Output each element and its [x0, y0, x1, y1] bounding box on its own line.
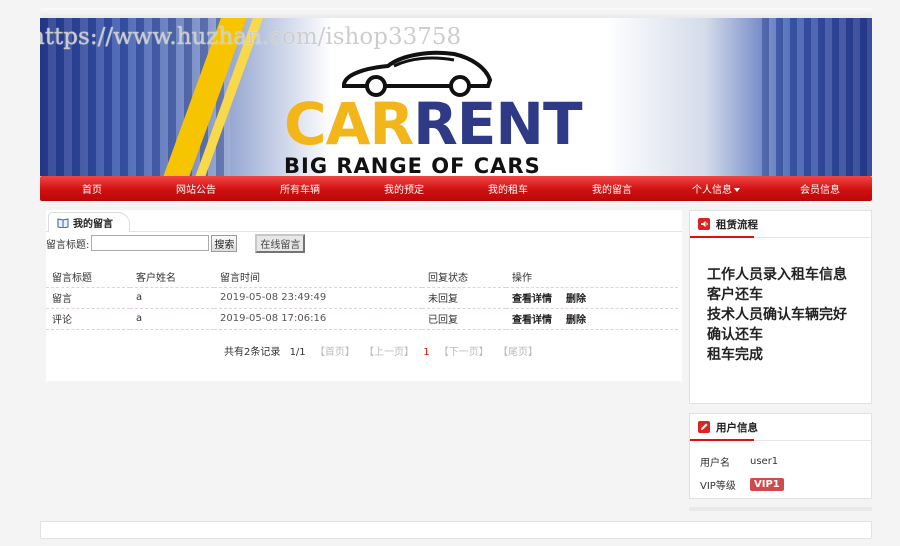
tab-bar: 我的留言: [46, 210, 682, 232]
table-row: 评论 a 2019-05-08 17:06:16 已回复 查看详情 删除: [46, 308, 678, 330]
col-header-time: 留言时间: [214, 266, 422, 288]
page-footer: [40, 521, 872, 539]
nav-member-info[interactable]: 会员信息: [768, 181, 872, 196]
logo-car-text: CAR: [284, 90, 414, 158]
rental-process-title: 租赁流程: [716, 218, 758, 231]
site-banner: CARRENT BIG RANGE OF CARS https://www.hu…: [40, 18, 872, 176]
process-step: 工作人员录入租车信息: [707, 267, 847, 283]
pagination: 共有2条记录 1/1 【首页】 【上一页】 1 【下一页】 【尾页】: [224, 343, 544, 358]
chevron-down-icon: [734, 188, 740, 192]
cell-time: 2019-05-08 23:49:49: [214, 287, 422, 309]
process-step: 技术人员确认车辆完好: [707, 307, 847, 323]
speaker-icon: [698, 218, 710, 230]
username-label: 用户名: [700, 458, 730, 469]
carrent-logo: CARRENT: [284, 94, 583, 154]
book-icon: [57, 217, 69, 228]
cell-actions: 查看详情 删除: [506, 287, 678, 309]
cell-title: 留言: [46, 287, 130, 309]
nav-my-rentals[interactable]: 我的租车: [456, 181, 560, 196]
pager-last[interactable]: 【尾页】: [498, 347, 538, 358]
nav-personal-info[interactable]: 个人信息: [664, 181, 768, 196]
cell-customer: a: [130, 287, 214, 309]
cell-actions: 查看详情 删除: [506, 308, 678, 330]
pager-current: 1: [423, 347, 430, 358]
search-button[interactable]: 搜索: [211, 234, 238, 252]
view-details-link[interactable]: 查看详情: [512, 315, 552, 326]
process-step: 确认还车: [707, 327, 763, 343]
logo-rent-text: RENT: [413, 90, 582, 158]
process-step: 客户还车: [707, 287, 763, 303]
top-strip: [40, 8, 872, 18]
rental-process-steps: 工作人员录入租车信息 客户还车 技术人员确认车辆完好 确认还车 租车完成: [707, 265, 847, 365]
nav-all-vehicles[interactable]: 所有车辆: [248, 181, 352, 196]
messages-panel: 我的留言 留言标题: 搜索 在线留言 留言标题 客户姓名 留言时间 回复状态 操…: [46, 210, 682, 381]
vip-level-row: VIP等级 VIP1: [700, 477, 784, 492]
tab-label: 我的留言: [73, 219, 113, 230]
rental-process-box: 租赁流程 工作人员录入租车信息 客户还车 技术人员确认车辆完好 确认还车 租车完…: [689, 210, 872, 404]
logo-tagline: BIG RANGE OF CARS: [284, 154, 541, 176]
main-nav: 首页 网站公告 所有车辆 我的预定 我的租车 我的留言 个人信息 会员信息: [40, 176, 872, 201]
col-header-customer: 客户姓名: [130, 266, 214, 288]
online-message-button[interactable]: 在线留言: [255, 233, 306, 253]
nav-my-messages[interactable]: 我的留言: [560, 181, 664, 196]
cell-time: 2019-05-08 17:06:16: [214, 308, 422, 330]
rental-process-header: 租赁流程: [690, 211, 871, 238]
search-label: 留言标题:: [46, 239, 90, 251]
username-value: user1: [750, 456, 779, 467]
banner-city-right: [762, 18, 872, 176]
col-header-title: 留言标题: [46, 266, 130, 288]
user-info-header: 用户信息: [690, 414, 871, 441]
nav-my-reservations[interactable]: 我的预定: [352, 181, 456, 196]
vip-level-label: VIP等级: [700, 481, 736, 492]
user-info-title: 用户信息: [716, 421, 758, 434]
cell-status: 未回复: [422, 287, 506, 309]
table-header-row: 留言标题 客户姓名 留言时间 回复状态 操作: [46, 266, 678, 288]
tab-my-messages[interactable]: 我的留言: [48, 212, 130, 232]
edit-icon: [698, 421, 710, 433]
sidebar-bottom-strip: [689, 507, 872, 511]
delete-link[interactable]: 删除: [566, 294, 586, 305]
cell-customer: a: [130, 308, 214, 330]
cell-status: 已回复: [422, 308, 506, 330]
pager-first[interactable]: 【首页】: [315, 347, 355, 358]
cell-title: 评论: [46, 308, 130, 330]
username-row: 用户名 user1: [700, 454, 778, 469]
nav-personal-info-label: 个人信息: [692, 185, 732, 196]
pager-page-of: 1/1: [289, 347, 306, 358]
delete-link[interactable]: 删除: [566, 315, 586, 326]
pager-prev[interactable]: 【上一页】: [364, 347, 414, 358]
nav-home[interactable]: 首页: [40, 181, 144, 196]
nav-announcements[interactable]: 网站公告: [144, 181, 248, 196]
view-details-link[interactable]: 查看详情: [512, 294, 552, 305]
process-step: 租车完成: [707, 347, 763, 363]
vip-level-badge: VIP1: [750, 478, 784, 491]
table-row: 留言 a 2019-05-08 23:49:49 未回复 查看详情 删除: [46, 287, 678, 309]
messages-table: 留言标题 客户姓名 留言时间 回复状态 操作 留言 a 2019-05-08 2…: [46, 266, 678, 330]
pager-summary: 共有2条记录: [224, 347, 281, 358]
search-input[interactable]: [91, 235, 210, 251]
watermark-url: https://www.huzhan.com/ishop33758: [40, 24, 462, 50]
search-row: 留言标题: 搜索 在线留言: [46, 233, 306, 253]
pager-next[interactable]: 【下一页】: [439, 347, 489, 358]
col-header-actions: 操作: [506, 266, 678, 288]
user-info-box: 用户信息 用户名 user1 VIP等级 VIP1: [689, 413, 872, 499]
col-header-status: 回复状态: [422, 266, 506, 288]
